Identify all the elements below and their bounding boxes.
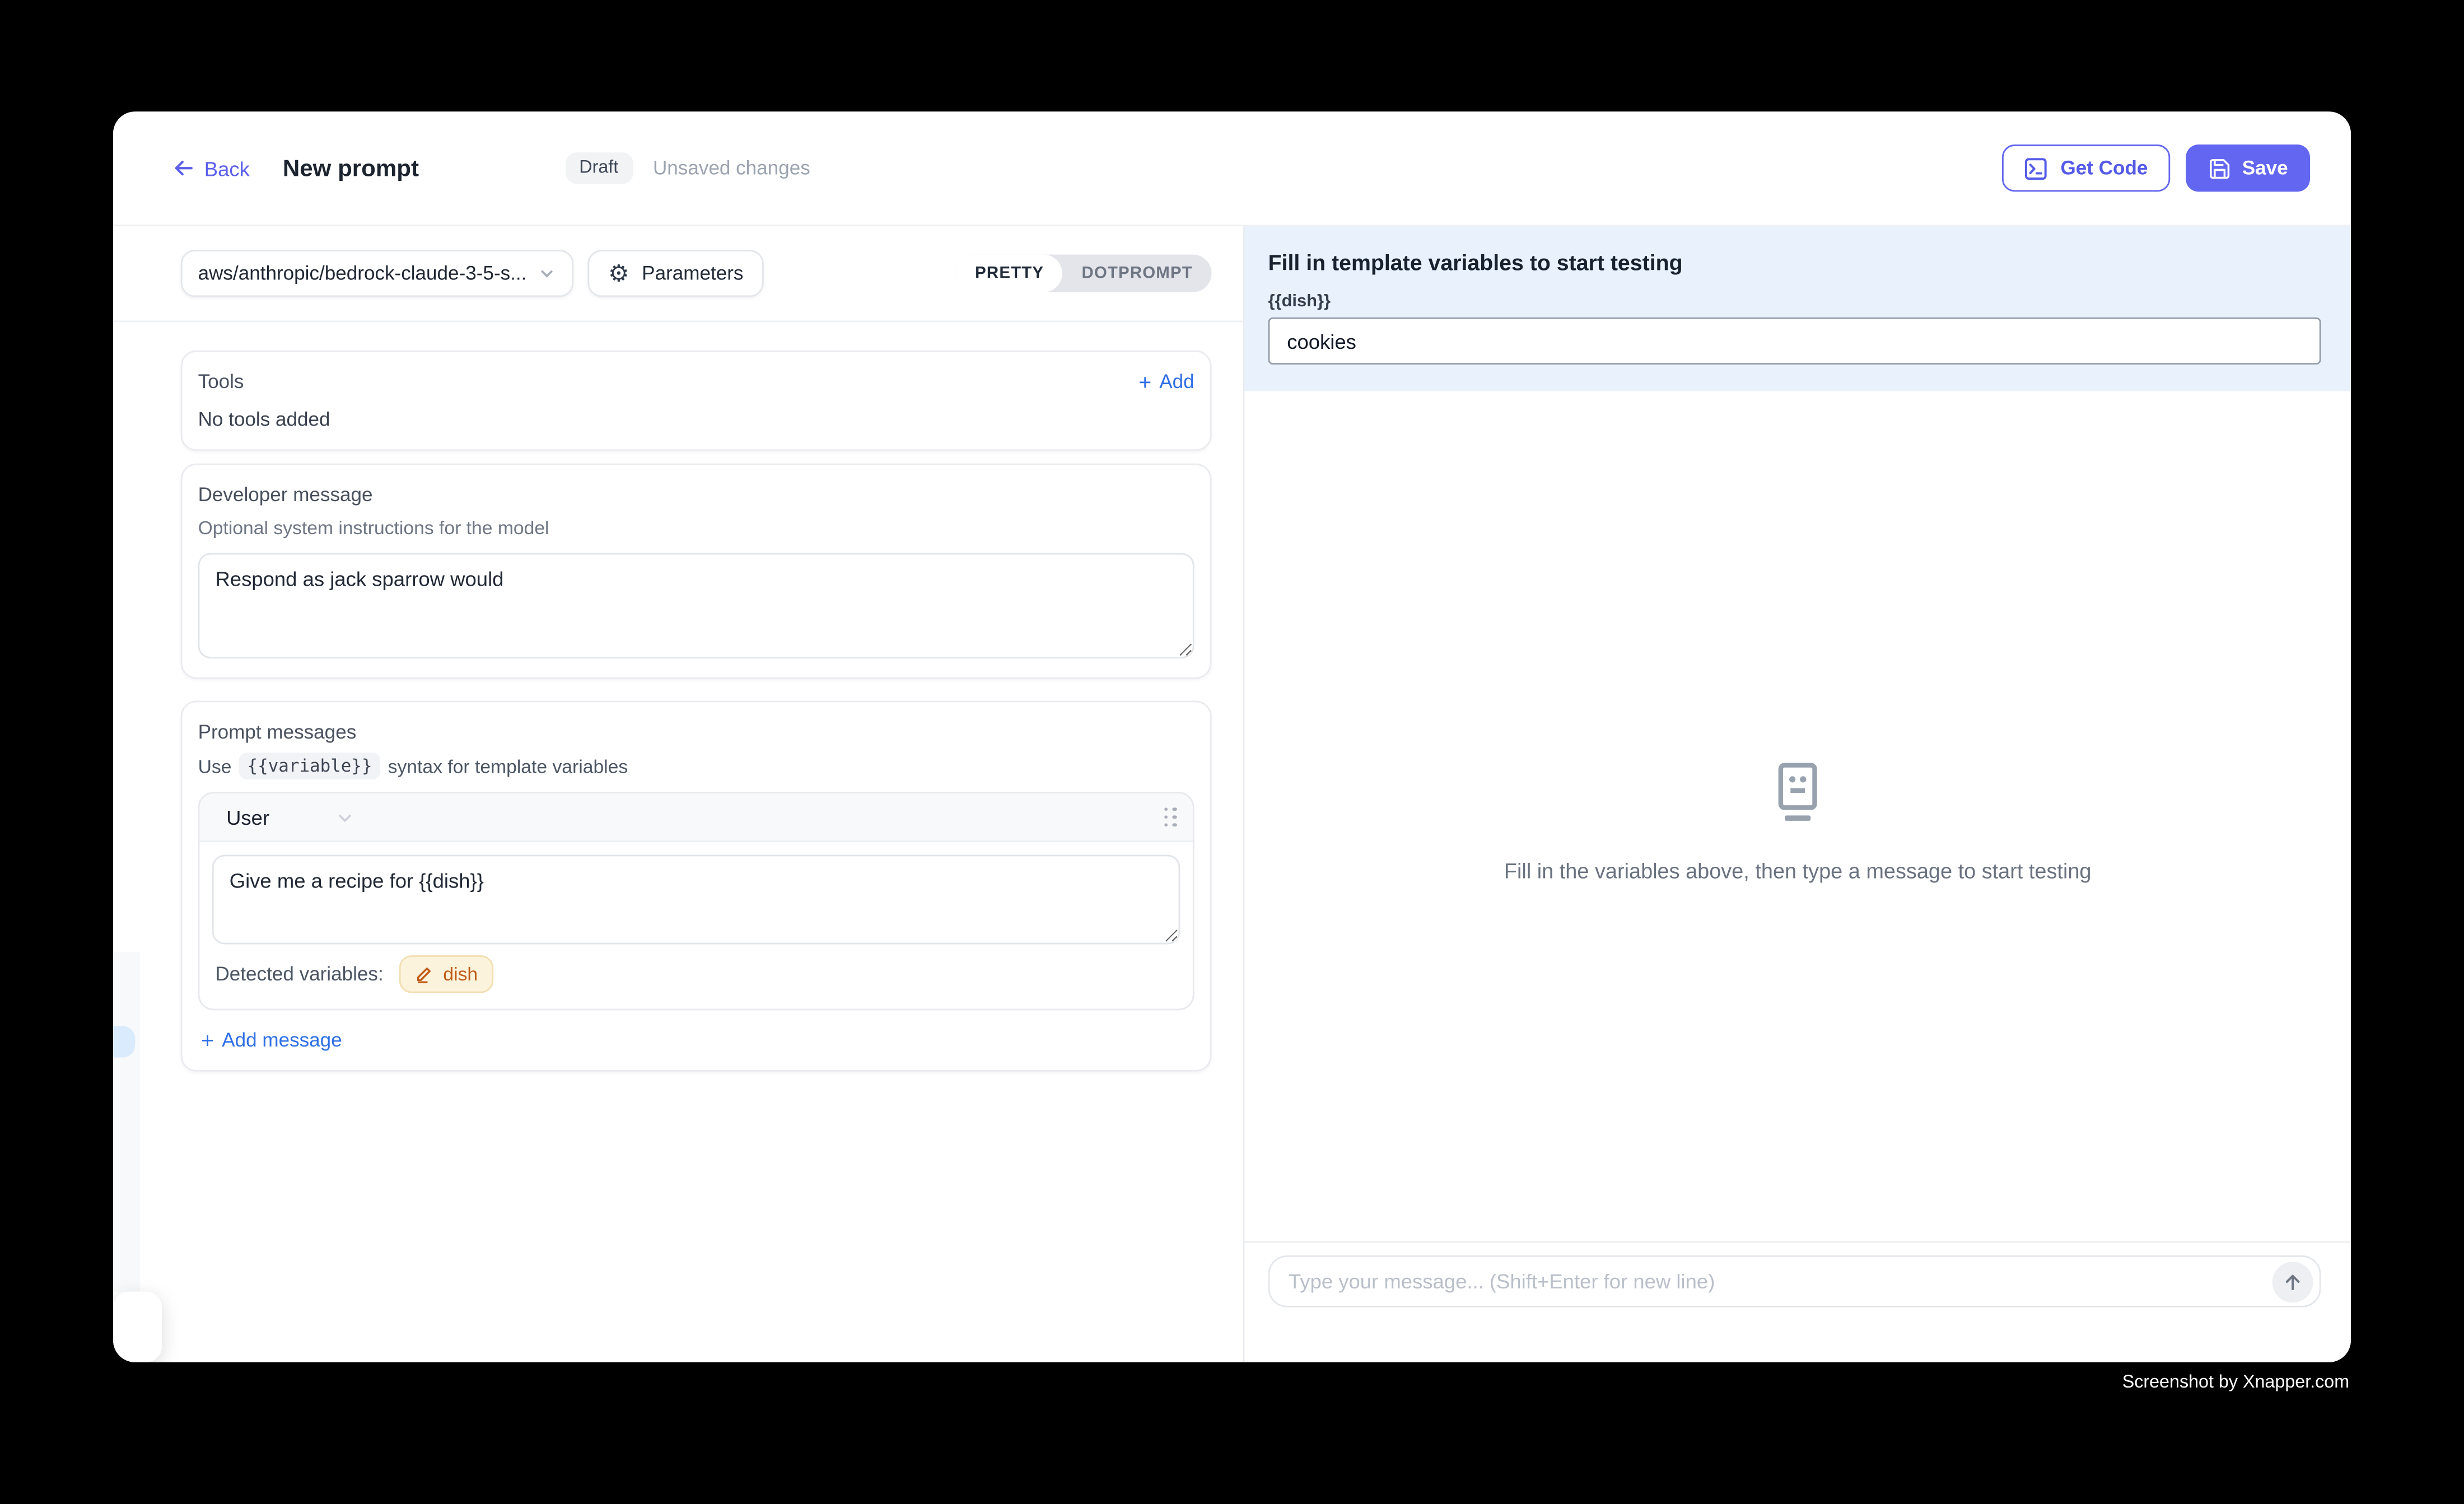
message-block: User Give me a recipe for {{dish}} Detec…: [198, 792, 1194, 1010]
prompt-messages-card: Prompt messages Use {{variable}} syntax …: [181, 701, 1212, 1072]
arrow-left-icon: [173, 157, 195, 179]
arrow-up-icon: [2281, 1271, 2303, 1292]
chat-input[interactable]: [1289, 1269, 2260, 1293]
tools-title: Tools: [198, 371, 244, 393]
watermark: Screenshot by Xnapper.com: [2122, 1374, 2349, 1393]
message-body: Give me a recipe for {{dish}} Detected v…: [199, 842, 1192, 1008]
draft-badge: Draft: [565, 152, 632, 184]
send-button[interactable]: [2272, 1261, 2313, 1302]
developer-message-card: Developer message Optional system instru…: [181, 464, 1212, 679]
message-textarea[interactable]: Give me a recipe for {{dish}}: [212, 855, 1180, 945]
prompt-messages-title: Prompt messages: [198, 721, 1194, 743]
variable-value-input[interactable]: [1268, 317, 2321, 365]
get-code-button[interactable]: Get Code: [2003, 144, 2170, 191]
variables-panel-title: Fill in template variables to start test…: [1268, 250, 2321, 275]
gear-icon: ⚙: [608, 261, 629, 285]
save-label: Save: [2242, 157, 2288, 179]
drag-handle-icon[interactable]: [1164, 807, 1177, 827]
variable-badge-label: dish: [443, 963, 478, 985]
hint-prefix: Use: [198, 755, 232, 777]
get-code-label: Get Code: [2060, 157, 2148, 179]
sidebar-active-item: [113, 1026, 135, 1057]
robot-icon: [1774, 762, 1821, 822]
hint-suffix: syntax for template variables: [388, 755, 628, 777]
sidebar-strip: [113, 952, 140, 1292]
plus-icon: +: [1138, 371, 1151, 393]
toggle-pretty[interactable]: PRETTY: [956, 255, 1062, 292]
empty-state: Fill in the variables above, then type a…: [1244, 762, 2351, 883]
toggle-dotprompt[interactable]: DOTPROMPT: [1063, 255, 1212, 292]
add-tool-label: Add: [1159, 371, 1194, 393]
parameters-button[interactable]: ⚙ Parameters: [587, 250, 763, 297]
tools-empty-text: No tools added: [198, 409, 1194, 431]
developer-message-title: Developer message: [198, 484, 1194, 506]
top-bar: Back New prompt Draft Unsaved changes Ge…: [113, 111, 2351, 226]
developer-message-subtitle: Optional system instructions for the mod…: [198, 517, 1194, 539]
edit-icon: [415, 965, 434, 984]
unsaved-changes-text: Unsaved changes: [653, 157, 810, 179]
parameters-label: Parameters: [642, 263, 743, 284]
model-select[interactable]: aws/anthropic/bedrock-claude-3-5-s...: [181, 250, 574, 297]
developer-message-textarea[interactable]: Respond as jack sparrow would: [198, 553, 1194, 658]
chevron-down-icon: [538, 264, 557, 283]
add-message-label: Add message: [222, 1029, 342, 1051]
corner-popover: [113, 1292, 162, 1362]
variables-panel: Fill in template variables to start test…: [1244, 226, 2351, 391]
role-select[interactable]: User: [215, 805, 356, 829]
prompt-editor-window: Back New prompt Draft Unsaved changes Ge…: [113, 111, 2351, 1362]
empty-state-text: Fill in the variables above, then type a…: [1504, 860, 2092, 883]
role-label: User: [226, 805, 269, 829]
back-label: Back: [204, 156, 250, 180]
screenshot-canvas: Back New prompt Draft Unsaved changes Ge…: [0, 0, 2464, 1503]
save-icon: [2208, 156, 2231, 180]
editor-scroll-area: Tools + Add No tools added Developer mes…: [113, 322, 1243, 1072]
model-bar: aws/anthropic/bedrock-claude-3-5-s... ⚙ …: [113, 226, 1243, 322]
chat-input-container: [1268, 1255, 2321, 1307]
variable-badge[interactable]: dish: [399, 955, 493, 993]
detected-variables-row: Detected variables: dish: [215, 955, 1180, 993]
template-hint: Use {{variable}} syntax for template var…: [198, 753, 1194, 779]
detected-variables-label: Detected variables:: [215, 963, 383, 985]
chat-bar: [1244, 1241, 2351, 1362]
save-button[interactable]: Save: [2186, 144, 2310, 191]
chevron-down-icon: [335, 807, 356, 827]
message-header: User: [199, 793, 1192, 842]
back-button[interactable]: Back: [173, 156, 250, 180]
view-toggle: PRETTY DOTPROMPT: [956, 255, 1211, 292]
editor-column: aws/anthropic/bedrock-claude-3-5-s... ⚙ …: [113, 226, 1243, 1362]
variable-code-chip: {{variable}}: [239, 753, 380, 779]
variable-name-label: {{dish}}: [1268, 292, 2321, 311]
add-message-button[interactable]: + Add message: [201, 1029, 1194, 1051]
plus-icon: +: [201, 1029, 214, 1051]
terminal-icon: [2024, 156, 2048, 180]
add-tool-button[interactable]: + Add: [1138, 371, 1194, 393]
model-select-value: aws/anthropic/bedrock-claude-3-5-s...: [198, 263, 527, 284]
tools-card: Tools + Add No tools added: [181, 351, 1212, 451]
test-panel: Fill in template variables to start test…: [1243, 226, 2351, 1362]
page-title: New prompt: [283, 155, 419, 181]
